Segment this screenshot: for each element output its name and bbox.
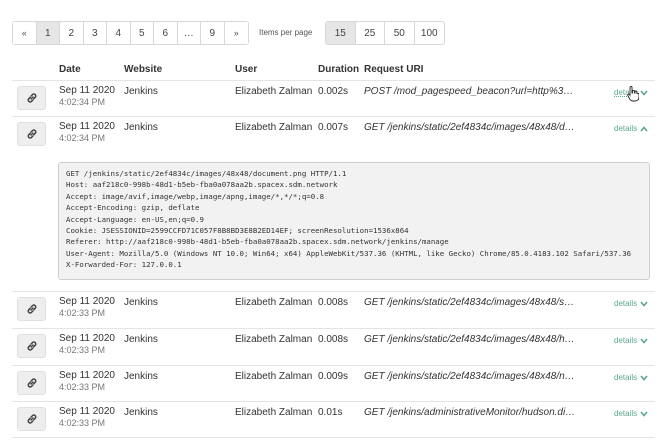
row-time: 4:02:33 PM [59, 382, 106, 392]
row-request-uri: GET /jenkins/administrativeMonitor/hudso… [364, 407, 576, 418]
link-icon [27, 378, 36, 388]
row-user: Elizabeth Zalman [235, 122, 313, 133]
pagination-ellipsis: … [177, 22, 201, 44]
chevron-up-icon [640, 125, 648, 132]
row-link-button[interactable] [17, 122, 46, 146]
row-date: Sep 11 2020 [59, 296, 115, 307]
chevron-down-icon [640, 374, 648, 381]
pagination-page-2[interactable]: 2 [60, 22, 84, 44]
pagination-prev-button[interactable]: « [13, 22, 37, 44]
row-time: 4:02:34 PM [59, 133, 106, 143]
row-duration: 0.009s [318, 371, 349, 382]
row-link-button[interactable] [17, 371, 46, 395]
row-request-uri: GET /jenkins/static/2ef4834c/images/48x4… [364, 371, 576, 382]
items-per-page-selector: 15 25 50 100 [325, 21, 445, 45]
chevron-down-icon [640, 89, 648, 96]
row-website: Jenkins [124, 86, 158, 97]
header-request-uri: Request URI [364, 64, 424, 75]
pagination-page-4[interactable]: 4 [107, 22, 131, 44]
row-link-button[interactable] [17, 334, 46, 358]
table-row: Sep 11 2020 4:02:33 PM Jenkins Elizabeth… [0, 291, 667, 327]
chevron-down-icon [640, 410, 648, 417]
row-time: 4:02:33 PM [59, 308, 106, 318]
items-per-page-25[interactable]: 25 [356, 22, 385, 44]
row-time: 4:02:33 PM [59, 345, 106, 355]
table-row: Sep 11 2020 4:02:33 PM Jenkins Elizabeth… [0, 328, 667, 364]
row-website: Jenkins [124, 334, 158, 345]
pagination-page-9[interactable]: 9 [201, 22, 225, 44]
header-duration: Duration [318, 64, 360, 75]
link-icon [27, 129, 36, 139]
row-duration: 0.008s [318, 297, 349, 308]
row-link-button[interactable] [17, 407, 46, 431]
row-website: Jenkins [124, 297, 158, 308]
pagination-page-3[interactable]: 3 [83, 22, 107, 44]
hand-cursor-icon [627, 86, 639, 102]
header-date: Date [59, 64, 81, 75]
request-detail-block: GET /jenkins/static/2ef4834c/images/48x4… [58, 162, 650, 280]
row-date: Sep 11 2020 [59, 370, 115, 381]
row-date: Sep 11 2020 [59, 85, 115, 96]
row-time: 4:02:33 PM [59, 418, 106, 428]
row-user: Elizabeth Zalman [235, 371, 313, 382]
row-website: Jenkins [124, 407, 158, 418]
details-label: details [614, 409, 638, 418]
row-user: Elizabeth Zalman [235, 334, 313, 345]
header-user: User [235, 64, 258, 75]
pagination-page-6[interactable]: 6 [154, 22, 178, 44]
row-duration: 0.008s [318, 334, 349, 345]
row-user: Elizabeth Zalman [235, 407, 313, 418]
table-row: Sep 11 2020 4:02:33 PM Jenkins Elizabeth… [0, 365, 667, 401]
row-duration: 0.01s [318, 407, 343, 418]
details-label: details [614, 299, 638, 308]
link-icon [27, 414, 36, 424]
items-per-page-15[interactable]: 15 [326, 22, 356, 44]
row-link-button[interactable] [17, 297, 46, 321]
row-request-uri: GET /jenkins/static/2ef4834c/images/48x4… [364, 297, 576, 308]
divider [12, 437, 655, 438]
row-request-uri: POST /mod_pagespeed_beacon?url=http%3A%2… [364, 86, 576, 97]
pagination-page-1[interactable]: 1 [36, 22, 60, 44]
header-website: Website [124, 64, 163, 75]
row-duration: 0.002s [318, 86, 349, 97]
row-request-uri: GET /jenkins/static/2ef4834c/images/48x4… [364, 122, 576, 133]
row-time: 4:02:34 PM [59, 97, 106, 107]
link-icon [27, 93, 36, 103]
table-header: Date Website User Duration Request URI [0, 64, 667, 80]
details-label: details [614, 336, 638, 345]
row-date: Sep 11 2020 [59, 333, 115, 344]
row-user: Elizabeth Zalman [235, 86, 313, 97]
row-website: Jenkins [124, 122, 158, 133]
pagination-next-button[interactable]: » [224, 22, 248, 44]
row-date: Sep 11 2020 [59, 121, 115, 132]
chevron-down-icon [640, 300, 648, 307]
details-toggle[interactable]: details [614, 124, 648, 133]
table-row: Sep 11 2020 4:02:34 PM Jenkins Elizabeth… [0, 80, 667, 116]
table-row: Sep 11 2020 4:02:33 PM Jenkins Elizabeth… [0, 401, 667, 437]
row-duration: 0.007s [318, 122, 349, 133]
items-per-page-label: Items per page [259, 28, 313, 37]
row-request-uri: GET /jenkins/static/2ef4834c/images/48x4… [364, 334, 576, 345]
table-row: Sep 11 2020 4:02:34 PM Jenkins Elizabeth… [0, 116, 667, 152]
items-per-page-50[interactable]: 50 [385, 22, 415, 44]
details-toggle[interactable]: details [614, 373, 648, 382]
details-toggle[interactable]: details [614, 409, 648, 418]
details-toggle[interactable]: details [614, 299, 648, 308]
row-user: Elizabeth Zalman [235, 297, 313, 308]
details-label: details [614, 124, 638, 133]
link-icon [27, 304, 36, 314]
items-per-page-100[interactable]: 100 [415, 22, 445, 44]
details-toggle[interactable]: details [614, 336, 648, 345]
row-website: Jenkins [124, 371, 158, 382]
row-link-button[interactable] [17, 86, 46, 110]
pagination: « 1 2 3 4 5 6 … 9 » [12, 21, 249, 45]
row-date: Sep 11 2020 [59, 406, 115, 417]
chevron-down-icon [640, 337, 648, 344]
link-icon [27, 341, 36, 351]
pagination-page-5[interactable]: 5 [130, 22, 154, 44]
details-label: details [614, 373, 638, 382]
